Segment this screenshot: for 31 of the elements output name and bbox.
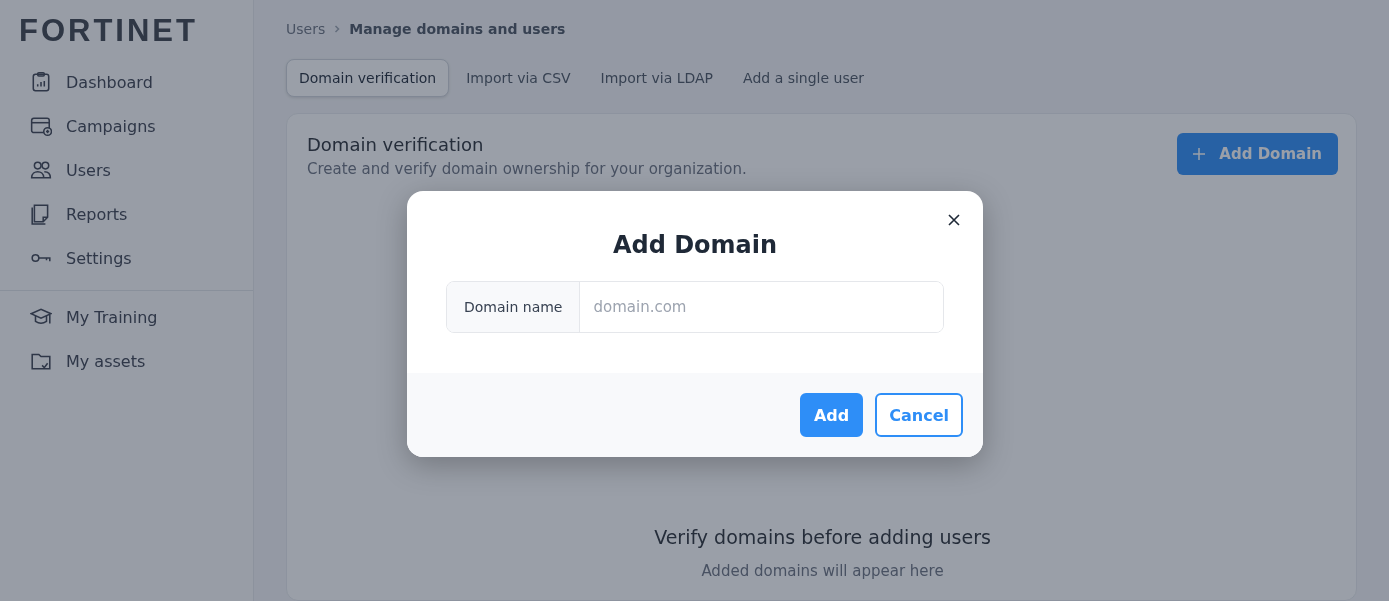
plus-icon [1193,148,1206,160]
logo: FORTINET [19,14,198,48]
breadcrumb-current: Manage domains and users [349,21,566,37]
add-button[interactable]: Add [799,393,864,437]
breadcrumb-link[interactable]: Users [286,21,326,37]
add-domain-button[interactable]: Add Domain [1177,133,1338,175]
tab[interactable]: Add a single user [730,59,878,97]
close-icon [947,213,961,227]
tab[interactable]: Domain verification [286,59,450,97]
users-icon [30,159,52,181]
empty-state-title: Verify domains before adding users [654,526,991,548]
tab[interactable]: Import via CSV [453,59,584,97]
empty-state-text: Added domains will appear here [701,562,944,580]
sidebar-item[interactable]: Settings [30,236,140,280]
domain-name-field[interactable]: Domain name domain.com [446,281,944,333]
sidebar-item[interactable]: Campaigns [30,104,164,148]
card-title: Domain verification [307,134,485,155]
clipboard-icon [30,71,52,93]
sidebar-item[interactable]: Users [30,148,119,192]
sidebar-item[interactable]: My assets [30,339,154,383]
sidebar-item[interactable]: Reports [30,192,136,236]
close-button[interactable] [947,213,961,227]
field-label: Domain name [447,282,581,332]
card-subtitle: Create and verify domain ownership for your organization. [307,160,747,178]
dialog-title: Add Domain [612,231,778,259]
cancel-button[interactable]: Cancel [875,393,963,437]
calendar-plus-icon [30,115,52,137]
chevron-icon [333,25,342,33]
tab[interactable]: Import via LDAP [587,59,727,97]
sidebar-item[interactable]: Dashboard [30,60,161,104]
sidebar-item[interactable]: My Training [30,295,166,339]
